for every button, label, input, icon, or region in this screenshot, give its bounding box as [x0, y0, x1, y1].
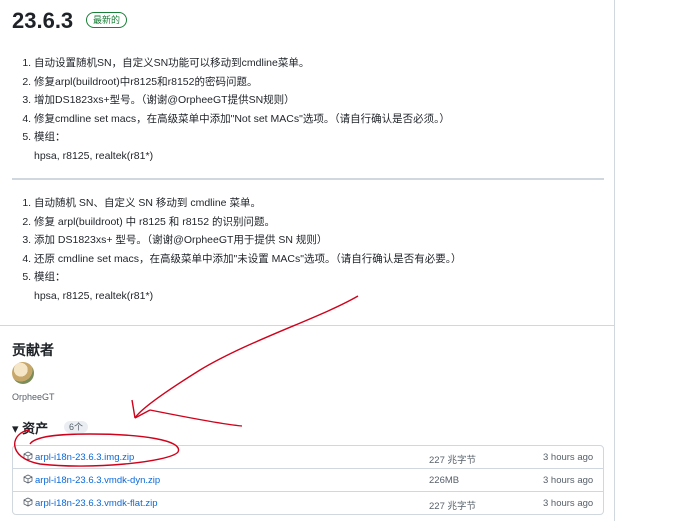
- release-notes-original: 自动设置随机SN，自定义SN功能可以移动到cmdline菜单。 修复arpl(b…: [22, 54, 450, 165]
- package-icon: [23, 474, 33, 484]
- note-item: 自动设置随机SN，自定义SN功能可以移动到cmdline菜单。: [34, 54, 450, 73]
- note-item: 修复arpl(buildroot)中r8125和r8152的密码问题。: [34, 73, 450, 92]
- note-item: 还原 cmdline set macs，在高级菜单中添加"未设置 MACs"选项…: [34, 250, 461, 269]
- assets-count-badge: 6个: [64, 421, 89, 433]
- divider: [12, 178, 604, 180]
- asset-time: 3 hours ago: [543, 452, 594, 463]
- package-icon: [23, 451, 33, 461]
- asset-link[interactable]: arpl-i18n-23.6.3.vmdk-dyn.zip: [35, 475, 160, 486]
- asset-link[interactable]: arpl-i18n-23.6.3.img.zip: [35, 452, 134, 463]
- latest-badge: 最新的: [86, 12, 128, 28]
- asset-size: 226MB: [429, 475, 460, 486]
- modules-list: hpsa, r8125, realtek(r81*): [34, 149, 154, 162]
- contributors-title: 贡献者: [12, 342, 54, 358]
- asset-size: 227 兆字节: [429, 501, 476, 512]
- note-item: 添加 DS1823xs+ 型号。（谢谢@OrpheeGT用于提供 SN 规则）: [34, 231, 461, 250]
- asset-row: arpl-i18n-23.6.3.vmdk-dyn.zip 226MB 3 ho…: [13, 469, 603, 492]
- package-icon: [23, 497, 33, 507]
- note-item: 修复 arpl(buildroot) 中 r8125 和 r8152 的识别问题…: [34, 213, 461, 232]
- assets-list: arpl-i18n-23.6.3.img.zip 227 兆字节 3 hours…: [12, 445, 604, 515]
- note-item: 模组： hpsa, r8125, realtek(r81*): [34, 268, 461, 305]
- contributor-name[interactable]: OrpheeGT: [12, 392, 55, 402]
- note-item: 模组： hpsa, r8125, realtek(r81*): [34, 128, 450, 165]
- asset-row: arpl-i18n-23.6.3.img.zip 227 兆字节 3 hours…: [13, 446, 603, 469]
- asset-time: 3 hours ago: [543, 498, 594, 509]
- note-item: 增加DS1823xs+型号。（谢谢@OrpheeGT提供SN规则）: [34, 91, 450, 110]
- contributor-avatar[interactable]: [12, 362, 34, 384]
- asset-size: 227 兆字节: [429, 455, 476, 466]
- asset-time: 3 hours ago: [543, 475, 594, 486]
- release-card: 23.6.3 最新的 自动设置随机SN，自定义SN功能可以移动到cmdline菜…: [0, 0, 615, 521]
- divider: [0, 325, 614, 326]
- asset-link[interactable]: arpl-i18n-23.6.3.vmdk-flat.zip: [35, 498, 158, 509]
- release-tag[interactable]: 23.6.3: [12, 8, 73, 34]
- note-item: 修复cmdline set macs，在高级菜单中添加"Not set MACs…: [34, 110, 450, 129]
- release-notes-translated: 自动随机 SN、自定义 SN 移动到 cmdline 菜单。 修复 arpl(b…: [22, 194, 461, 305]
- assets-toggle[interactable]: ▾ 资产: [12, 418, 48, 437]
- asset-row: arpl-i18n-23.6.3.vmdk-flat.zip 227 兆字节 3…: [13, 492, 603, 514]
- note-item: 自动随机 SN、自定义 SN 移动到 cmdline 菜单。: [34, 194, 461, 213]
- modules-list: hpsa, r8125, realtek(r81*): [34, 289, 154, 302]
